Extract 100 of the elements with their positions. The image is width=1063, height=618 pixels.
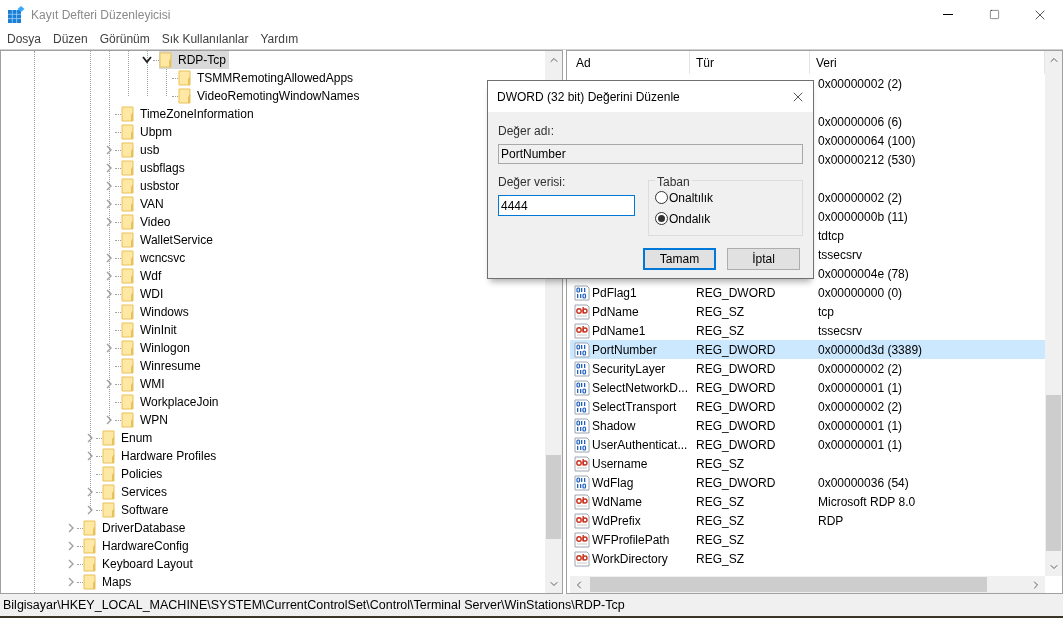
value-name: SelectNetworkD... — [592, 379, 689, 397]
tree-item[interactable]: Policies — [102, 465, 166, 483]
chevron-down-icon[interactable] — [141, 56, 153, 64]
field-label: Değer verisi: — [498, 174, 567, 191]
string-value-icon — [574, 531, 590, 548]
app-icon — [8, 6, 25, 23]
tree-item[interactable]: usbstor — [121, 177, 183, 195]
dialog-button[interactable]: Tamam — [643, 248, 716, 270]
binary-value-icon — [574, 360, 590, 377]
binary-value-icon — [574, 284, 590, 301]
menu-item[interactable]: Sık Kullanılanlar — [155, 30, 255, 48]
tree-item[interactable]: VideoRemotingWindowNames — [178, 87, 363, 105]
value-type: REG_SZ — [696, 456, 744, 471]
value-data: 0x00000001 (1) — [818, 418, 903, 433]
tree-item[interactable]: Video — [121, 213, 174, 231]
list-row[interactable]: SecurityLayer REG_DWORD 0x00000002 (2) — [570, 359, 1045, 378]
list-row[interactable]: Username REG_SZ — [570, 454, 1045, 473]
scrollbar-thumb[interactable] — [590, 577, 987, 592]
tree-item[interactable]: wcncsvc — [121, 249, 189, 267]
list-row[interactable]: UserAuthenticat... REG_DWORD 0x00000001 (1) — [570, 435, 1045, 454]
scrollbar-thumb[interactable] — [1046, 395, 1061, 551]
tree-item[interactable]: HardwareConfig — [83, 537, 192, 555]
list-row[interactable]: Shadow REG_DWORD 0x00000001 (1) — [570, 416, 1045, 435]
tree-item[interactable]: Keyboard Layout — [83, 555, 196, 573]
list-row[interactable]: WFProfilePath REG_SZ — [570, 530, 1045, 549]
name-field[interactable]: PortNumber — [498, 144, 803, 164]
folder-icon — [102, 430, 116, 446]
menu-item[interactable]: Dosya — [1, 30, 47, 48]
tree-item[interactable]: TimeZoneInformation — [121, 105, 257, 123]
tree-item[interactable]: WinInit — [121, 321, 180, 339]
folder-icon — [102, 502, 116, 518]
radio-button[interactable] — [655, 191, 668, 204]
tree-item[interactable]: Services — [102, 483, 170, 501]
tree-item[interactable]: RDP-Tcp — [159, 51, 229, 69]
tree-item[interactable]: Software — [102, 501, 172, 519]
folder-icon — [121, 376, 135, 392]
tree-item[interactable]: Winlogon — [121, 339, 194, 357]
radio-button[interactable] — [655, 212, 668, 225]
value-data: 0x0000004e (78) — [818, 266, 909, 281]
tree-item[interactable]: WPN — [121, 411, 171, 429]
tree-item[interactable]: usbflags — [121, 159, 188, 177]
menu-item[interactable]: Görünüm — [93, 30, 156, 48]
tree-item[interactable]: Enum — [102, 429, 156, 447]
tree-item[interactable]: VAN — [121, 195, 167, 213]
menu-item[interactable]: Düzen — [47, 30, 94, 48]
tree-item[interactable]: Winresume — [121, 357, 204, 375]
folder-icon — [159, 52, 173, 68]
folder-icon — [83, 538, 97, 554]
tree-item[interactable]: DriverDatabase — [83, 519, 189, 537]
list-row[interactable]: WdPrefix REG_SZ RDP — [570, 511, 1045, 530]
column-header[interactable]: Ad — [570, 51, 690, 74]
value-type: REG_SZ — [696, 304, 744, 319]
value-type: REG_DWORD — [696, 380, 776, 395]
tree-item[interactable]: WDI — [121, 285, 167, 303]
string-value-icon — [574, 493, 590, 510]
column-header[interactable]: Tür — [690, 51, 810, 74]
dialog-button[interactable]: İptal — [727, 248, 800, 270]
folder-icon — [121, 160, 135, 176]
value-type: REG_DWORD — [696, 437, 776, 452]
tree-item[interactable]: Wdf — [121, 267, 165, 285]
tree-item[interactable]: Windows — [121, 303, 192, 321]
tree-item[interactable]: WMI — [121, 375, 168, 393]
value-type: REG_DWORD — [696, 285, 776, 300]
value-name: SelectTransport — [592, 398, 677, 416]
tree-item[interactable]: usb — [121, 141, 163, 159]
radio-option[interactable]: Onaltılık — [655, 189, 802, 206]
value-type: REG_SZ — [696, 532, 744, 547]
folder-icon — [121, 268, 135, 284]
value-type: REG_DWORD — [696, 342, 776, 357]
folder-icon — [121, 304, 135, 320]
tree-item[interactable]: Hardware Profiles — [102, 447, 220, 465]
value-name: PortNumber — [592, 341, 657, 359]
folder-icon — [121, 358, 135, 374]
list-row[interactable]: WorkDirectory REG_SZ — [570, 549, 1045, 568]
menu-item[interactable]: Yardım — [254, 30, 305, 48]
string-value-icon — [574, 512, 590, 529]
tree-item[interactable]: TSMMRemotingAllowedApps — [178, 69, 357, 87]
folder-icon — [102, 484, 116, 500]
list-row[interactable]: PdName1 REG_SZ tssecsrv — [570, 321, 1045, 340]
tree-item[interactable]: Maps — [83, 573, 135, 591]
list-row[interactable]: SelectTransport REG_DWORD 0x00000002 (2) — [570, 397, 1045, 416]
tree-item[interactable]: WorkplaceJoin — [121, 393, 222, 411]
binary-value-icon — [574, 474, 590, 491]
list-row[interactable]: WdName REG_SZ Microsoft RDP 8.0 — [570, 492, 1045, 511]
folder-icon — [121, 250, 135, 266]
list-row[interactable]: WdFlag REG_DWORD 0x00000036 (54) — [570, 473, 1045, 492]
radio-option[interactable]: Ondalık — [655, 210, 802, 227]
value-data: 0x00000212 (530) — [818, 152, 916, 167]
tree-item[interactable]: Ubpm — [121, 123, 175, 141]
scrollbar-thumb[interactable] — [546, 455, 561, 539]
data-field[interactable]: 4444 — [498, 195, 635, 216]
list-row[interactable]: PdName REG_SZ tcp — [570, 302, 1045, 321]
list-row[interactable]: SelectNetworkD... REG_DWORD 0x00000001 (1) — [570, 378, 1045, 397]
tree-item[interactable]: WalletService — [121, 231, 216, 249]
scrollbar[interactable] — [1045, 51, 1062, 576]
value-name: SecurityLayer — [592, 360, 666, 378]
list-row[interactable]: PortNumber REG_DWORD 0x00000d3d (3389) — [570, 340, 1045, 359]
list-row[interactable]: PdFlag1 REG_DWORD 0x00000000 (0) — [570, 283, 1045, 302]
scrollbar[interactable] — [570, 576, 1045, 593]
status-path: Bilgisayar\HKEY_LOCAL_MACHINE\SYSTEM\CurrentControlSet\Control\Terminal Server\WinStations\RDP-Tcp — [3, 596, 625, 614]
